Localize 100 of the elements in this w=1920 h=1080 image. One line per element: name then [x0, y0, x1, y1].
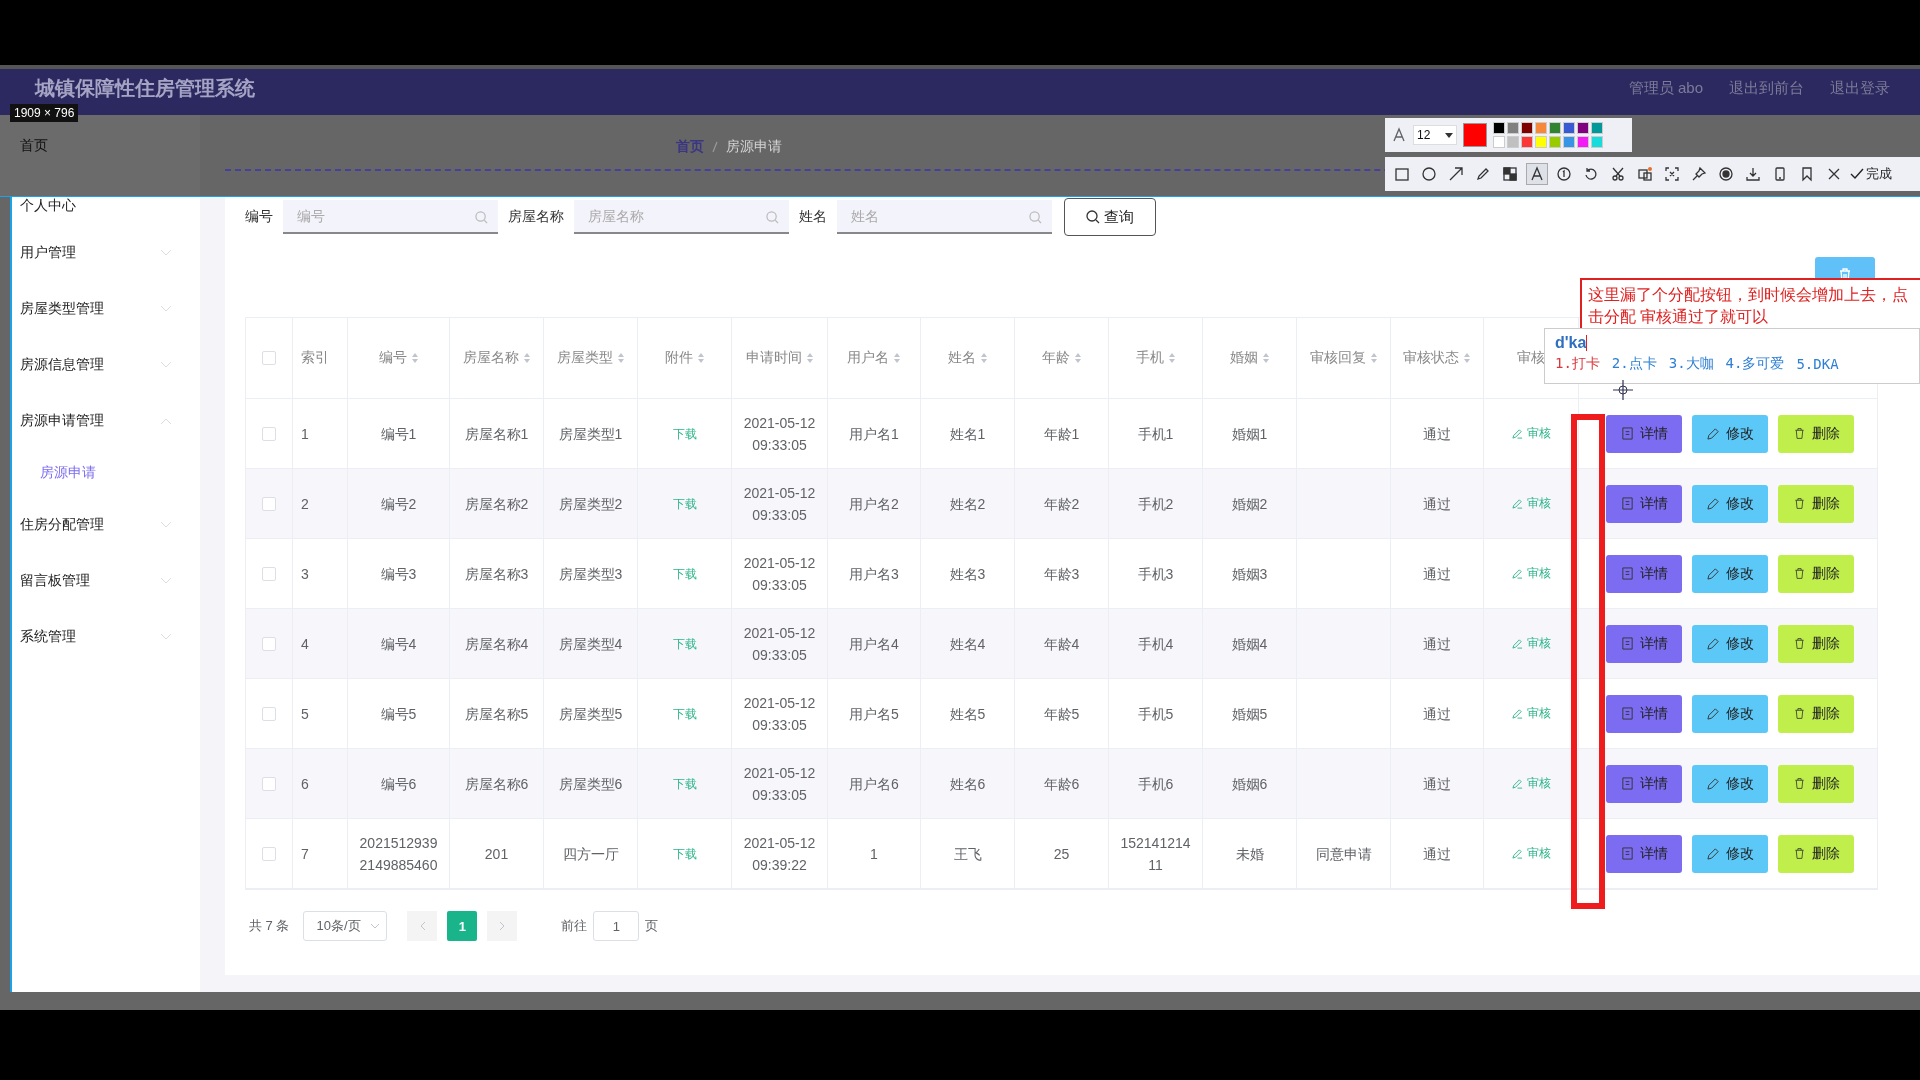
color-swatch[interactable] [1507, 136, 1519, 148]
color-swatch[interactable] [1535, 136, 1547, 148]
detail-button[interactable]: 详情 [1606, 414, 1682, 453]
delete-button[interactable]: 删除 [1778, 484, 1854, 523]
prev-page-button[interactable] [407, 911, 438, 941]
detail-button[interactable]: 详情 [1606, 484, 1682, 523]
color-swatch[interactable] [1577, 122, 1589, 134]
ime-candidate[interactable]: 4.多可爱 [1725, 355, 1785, 373]
sort-icon[interactable] [979, 352, 988, 364]
sidebar-menu[interactable]: 房屋类型管理 [12, 281, 200, 337]
font-size-select[interactable]: 12 [1413, 125, 1457, 145]
header-link[interactable]: 退出登录 [1830, 75, 1890, 101]
color-swatch[interactable] [1577, 136, 1589, 148]
select-all-checkbox[interactable] [262, 351, 276, 365]
review-link[interactable]: 审核 [1511, 565, 1551, 582]
delete-button[interactable]: 删除 [1778, 624, 1854, 663]
download-link[interactable]: 下载 [672, 492, 697, 515]
delete-button[interactable]: 删除 [1778, 834, 1854, 873]
next-page-button[interactable] [487, 911, 518, 941]
sort-icon[interactable] [1463, 352, 1471, 364]
edit-button[interactable]: 修改 [1692, 834, 1768, 873]
row-checkbox[interactable] [262, 496, 276, 511]
sort-icon[interactable] [805, 352, 814, 364]
download-link[interactable]: 下载 [672, 632, 697, 655]
color-swatch[interactable] [1591, 136, 1603, 148]
detail-button[interactable]: 详情 [1606, 554, 1682, 593]
header-link[interactable]: 管理员 abo [1628, 75, 1703, 101]
ime-candidate[interactable]: 3.大咖 [1668, 355, 1714, 373]
review-link[interactable]: 审核 [1511, 495, 1551, 512]
row-checkbox[interactable] [262, 566, 276, 581]
text-tool-icon[interactable] [1526, 163, 1548, 185]
row-checkbox[interactable] [262, 706, 276, 721]
edit-button[interactable]: 修改 [1692, 414, 1768, 453]
page-input[interactable]: 1 [593, 911, 640, 941]
sidebar-item[interactable]: 首页 [20, 137, 48, 153]
color-swatch[interactable] [1535, 122, 1547, 134]
color-swatch[interactable] [1549, 136, 1561, 148]
sort-icon[interactable] [1167, 352, 1176, 364]
color-swatch[interactable] [1563, 136, 1575, 148]
sort-icon[interactable] [696, 352, 705, 364]
delete-button[interactable]: 删除 [1778, 764, 1854, 803]
detail-button[interactable]: 详情 [1606, 834, 1682, 873]
sort-icon[interactable] [616, 352, 625, 364]
detail-button[interactable]: 详情 [1606, 764, 1682, 803]
sidebar-subitem[interactable]: 房源申请 [12, 449, 200, 497]
row-checkbox[interactable] [262, 426, 276, 441]
search-field[interactable]: 编号 [283, 200, 498, 234]
row-checkbox[interactable] [262, 846, 276, 861]
review-link[interactable]: 审核 [1511, 425, 1551, 442]
download-link[interactable]: 下载 [672, 702, 697, 725]
download-link[interactable]: 下载 [672, 842, 697, 865]
current-color-swatch[interactable] [1463, 123, 1487, 147]
review-link[interactable]: 审核 [1511, 845, 1551, 862]
sort-icon[interactable] [522, 352, 531, 364]
color-swatch[interactable] [1521, 122, 1533, 134]
sort-icon[interactable] [1261, 352, 1270, 364]
color-swatch[interactable] [1591, 122, 1603, 134]
color-swatch[interactable] [1507, 122, 1519, 134]
delete-button[interactable]: 删除 [1778, 414, 1854, 453]
sidebar-menu[interactable]: 住房分配管理 [12, 497, 200, 553]
download-link[interactable]: 下载 [672, 562, 697, 585]
color-swatch[interactable] [1521, 136, 1533, 148]
sidebar-menu[interactable]: 系统管理 [12, 609, 200, 665]
color-swatch[interactable] [1493, 136, 1505, 148]
edit-button[interactable]: 修改 [1692, 624, 1768, 663]
done-button[interactable]: 完成 [1850, 165, 1892, 183]
search-field[interactable]: 房屋名称 [574, 200, 789, 234]
edit-button[interactable]: 修改 [1692, 694, 1768, 733]
download-link[interactable]: 下载 [672, 422, 697, 445]
sidebar-menu[interactable]: 留言板管理 [12, 553, 200, 609]
sidebar-item[interactable]: 个人中心 [12, 197, 76, 225]
review-link[interactable]: 审核 [1511, 775, 1551, 792]
delete-button[interactable]: 删除 [1778, 554, 1854, 593]
color-swatch[interactable] [1493, 122, 1505, 134]
sort-icon[interactable] [893, 352, 901, 364]
row-checkbox[interactable] [262, 636, 276, 651]
sidebar-menu[interactable]: 房源信息管理 [12, 337, 200, 393]
header-link[interactable]: 退出到前台 [1729, 75, 1804, 101]
search-button[interactable]: 查询 [1064, 198, 1156, 236]
sort-icon[interactable] [410, 352, 419, 364]
review-link[interactable]: 审核 [1511, 705, 1551, 722]
sort-icon[interactable] [1369, 352, 1378, 364]
detail-button[interactable]: 详情 [1606, 694, 1682, 733]
page-button[interactable]: 1 [447, 911, 478, 941]
ime-candidate[interactable]: 2.点卡 [1611, 355, 1657, 373]
detail-button[interactable]: 详情 [1606, 624, 1682, 663]
ime-candidate[interactable]: 1.打卡 [1555, 355, 1600, 373]
edit-button[interactable]: 修改 [1692, 484, 1768, 523]
download-link[interactable]: 下载 [672, 772, 697, 795]
color-swatch[interactable] [1563, 122, 1575, 134]
delete-button[interactable]: 删除 [1778, 694, 1854, 733]
sort-icon[interactable] [1073, 352, 1082, 364]
search-field[interactable]: 姓名 [837, 200, 1052, 234]
sidebar-menu[interactable]: 用户管理 [12, 225, 200, 281]
color-swatch[interactable] [1549, 122, 1561, 134]
page-size-select[interactable]: 10条/页 [303, 911, 388, 941]
edit-button[interactable]: 修改 [1692, 554, 1768, 593]
edit-button[interactable]: 修改 [1692, 764, 1768, 803]
ime-candidate[interactable]: 5.DKA [1796, 356, 1839, 372]
review-link[interactable]: 审核 [1511, 635, 1551, 652]
